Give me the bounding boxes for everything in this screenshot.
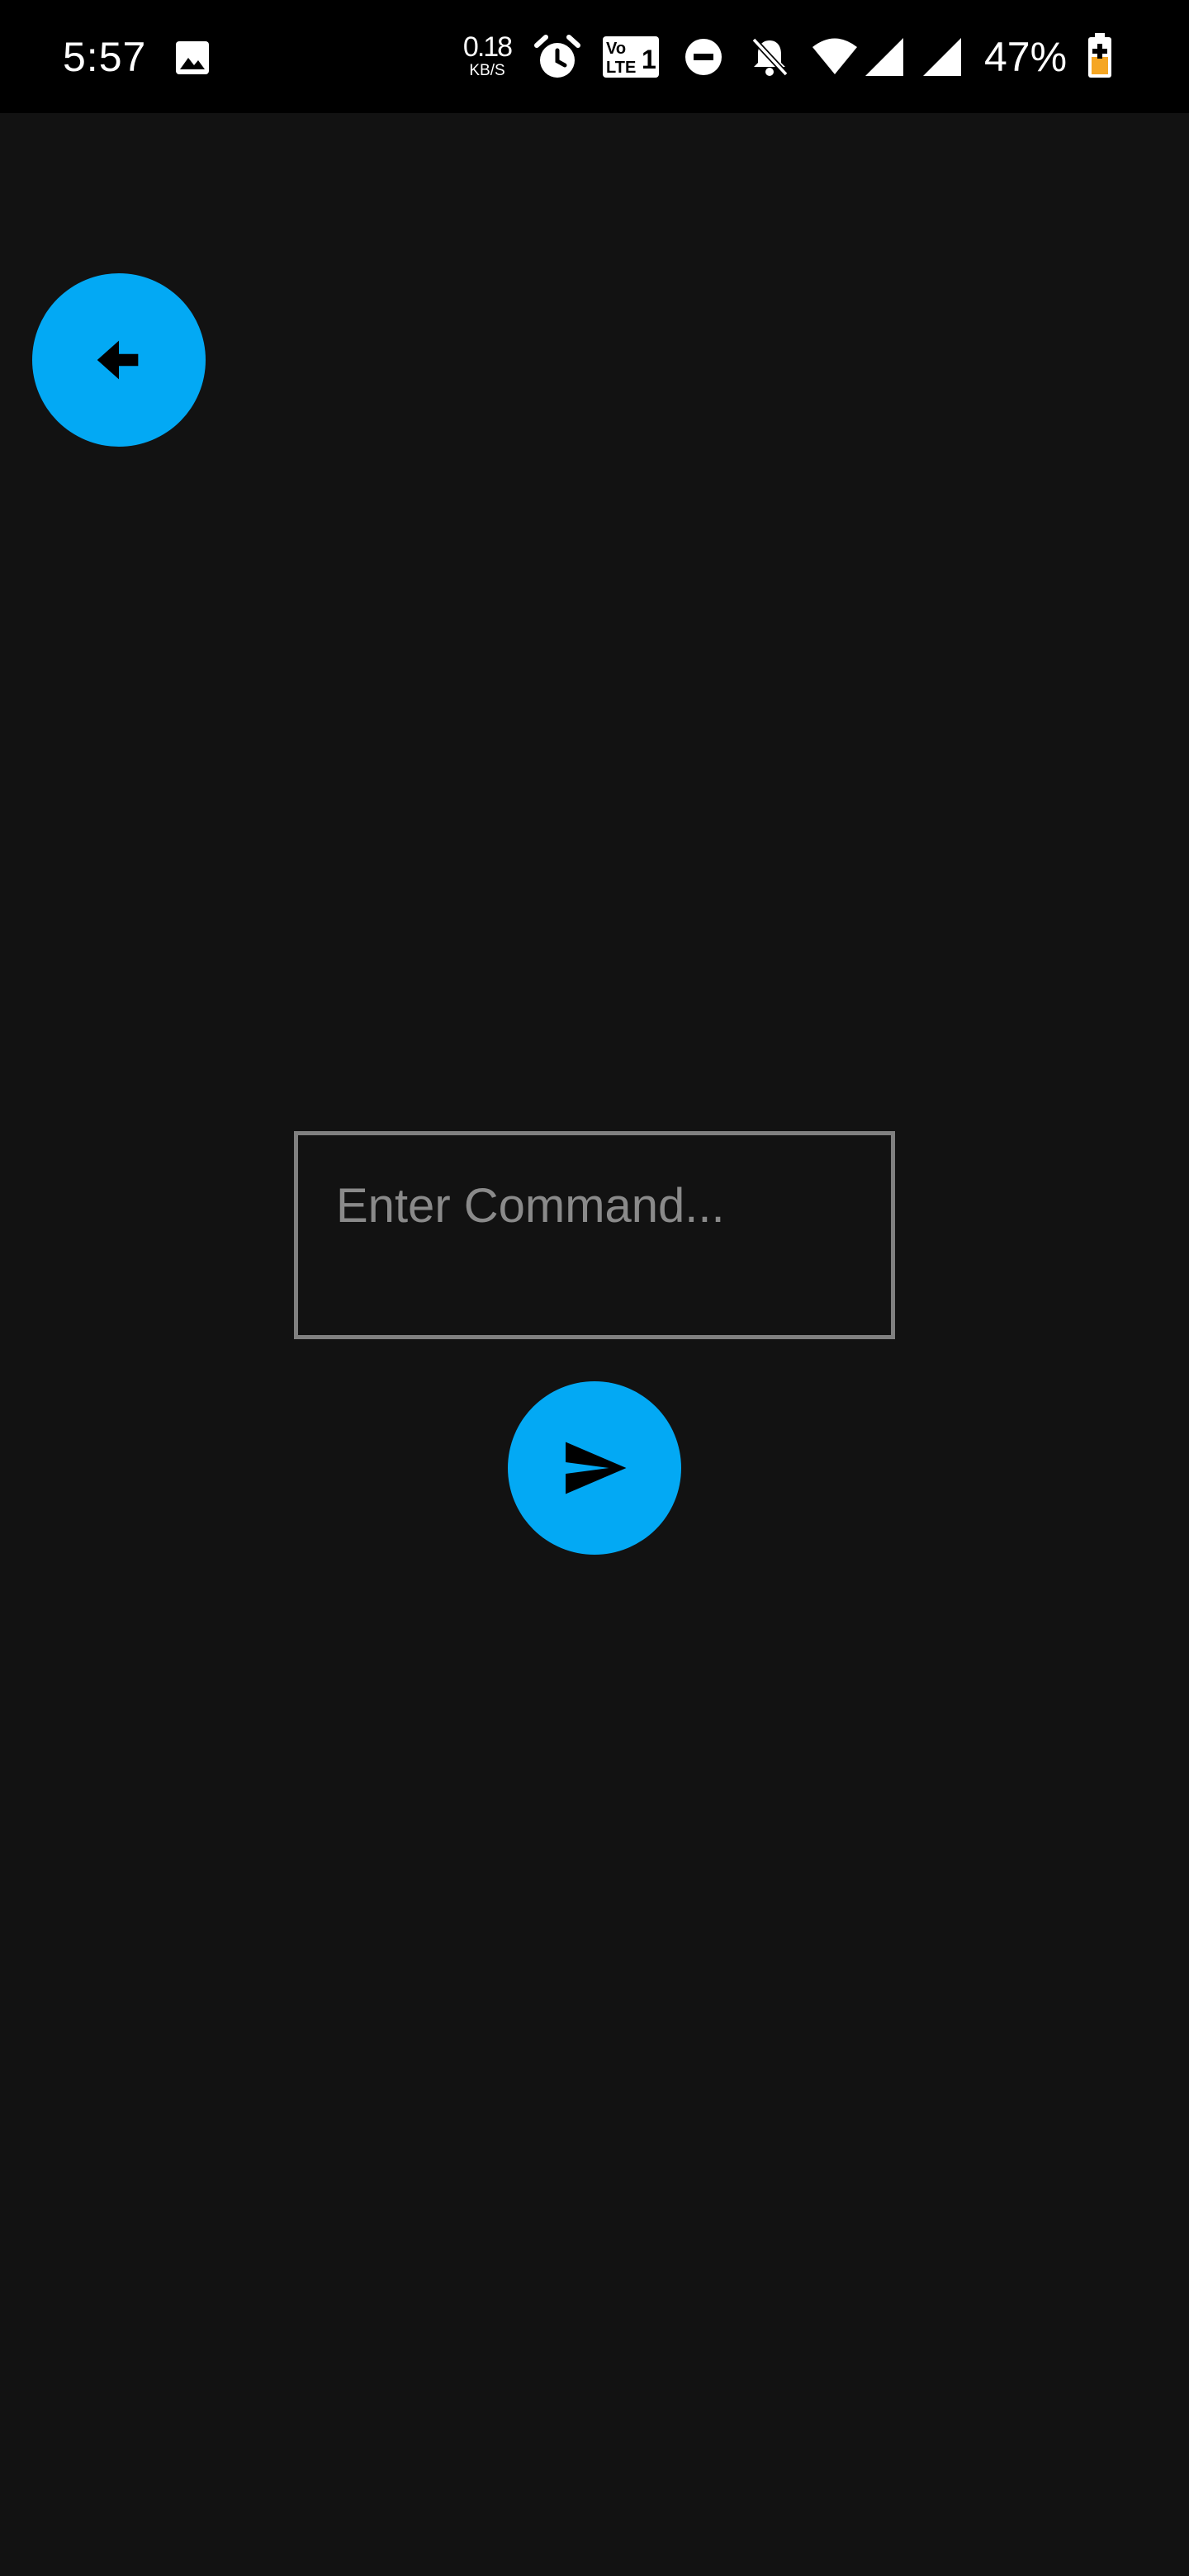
network-speed-value: 0.18	[462, 31, 513, 63]
status-bar: 5:57 0.18 KB/S Vo LTE 1 47%	[0, 0, 1189, 113]
svg-text:1: 1	[642, 45, 656, 74]
wifi-icon	[812, 38, 857, 74]
status-time: 5:57	[63, 34, 147, 80]
do-not-disturb-icon	[685, 39, 722, 75]
back-arrow-icon	[97, 340, 139, 380]
send-icon	[566, 1442, 627, 1494]
svg-text:Vo: Vo	[606, 40, 626, 58]
notifications-off-icon	[751, 37, 789, 77]
back-button[interactable]	[32, 273, 206, 447]
network-speed: 0.18 KB/S	[462, 31, 513, 79]
command-input[interactable]	[294, 1131, 895, 1339]
network-speed-unit: KB/S	[469, 62, 505, 79]
alarm-icon	[534, 35, 580, 78]
gallery-icon	[176, 41, 209, 74]
volte-icon: Vo LTE 1	[603, 36, 659, 78]
svg-text:LTE: LTE	[606, 59, 636, 77]
battery-charging-icon	[1088, 33, 1111, 78]
battery-percentage: 47%	[984, 34, 1068, 80]
signal-icon	[865, 38, 903, 76]
send-button[interactable]	[508, 1381, 681, 1555]
signal-icon-2	[923, 38, 961, 76]
